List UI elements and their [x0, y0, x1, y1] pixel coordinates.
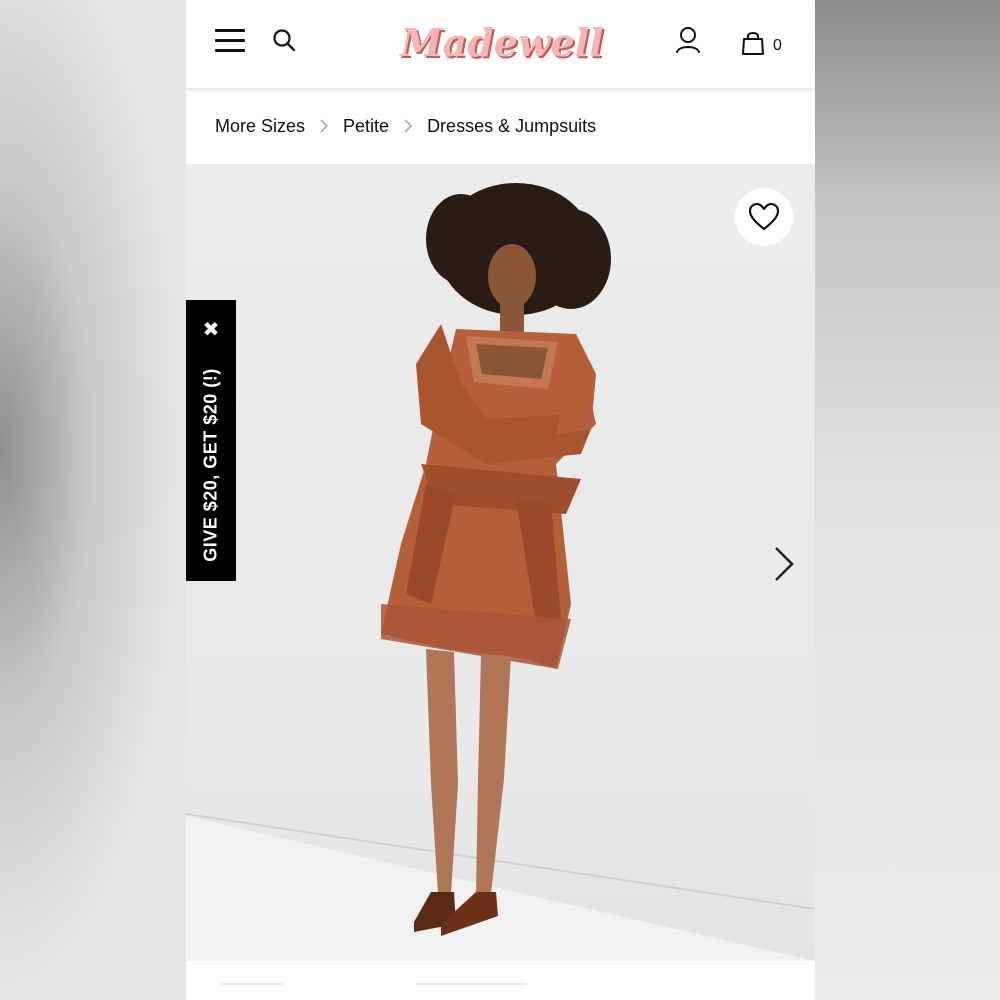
heart-icon [749, 203, 779, 231]
site-header: Madewell 0 [186, 0, 815, 88]
breadcrumb-dresses-jumpsuits[interactable]: Dresses & Jumpsuits [427, 116, 596, 137]
product-image-carousel[interactable] [186, 164, 815, 961]
search-icon[interactable] [272, 28, 298, 54]
product-details-strip [186, 961, 815, 1000]
breadcrumb-petite[interactable]: Petite [343, 116, 389, 137]
chevron-right-icon [403, 118, 413, 134]
madewell-logo[interactable]: Madewell [400, 14, 603, 70]
shopping-bag-icon[interactable] [741, 30, 765, 56]
backdrop-left [0, 0, 186, 1000]
favorite-button[interactable] [735, 188, 793, 246]
account-icon[interactable] [674, 26, 702, 56]
chevron-right-icon [775, 547, 794, 581]
text-placeholder [416, 983, 526, 985]
breadcrumb-more-sizes[interactable]: More Sizes [215, 116, 305, 137]
close-icon[interactable]: ✖ [199, 318, 223, 342]
mobile-page: Madewell 0 More Sizes Petite Dresses & J… [186, 0, 815, 1000]
breadcrumb: More Sizes Petite Dresses & Jumpsuits [186, 88, 815, 164]
menu-icon[interactable] [215, 29, 245, 53]
rating-placeholder [222, 983, 282, 985]
backdrop-right [815, 0, 1000, 1000]
referral-promo-tab[interactable]: ✖ GIVE $20, GET $20 (!) [186, 300, 236, 581]
product-photo [186, 183, 815, 961]
next-image-button[interactable] [770, 544, 798, 584]
cart-count: 0 [773, 37, 782, 54]
promo-label: GIVE $20, GET $20 (!) [200, 368, 221, 562]
chevron-right-icon [319, 118, 329, 134]
